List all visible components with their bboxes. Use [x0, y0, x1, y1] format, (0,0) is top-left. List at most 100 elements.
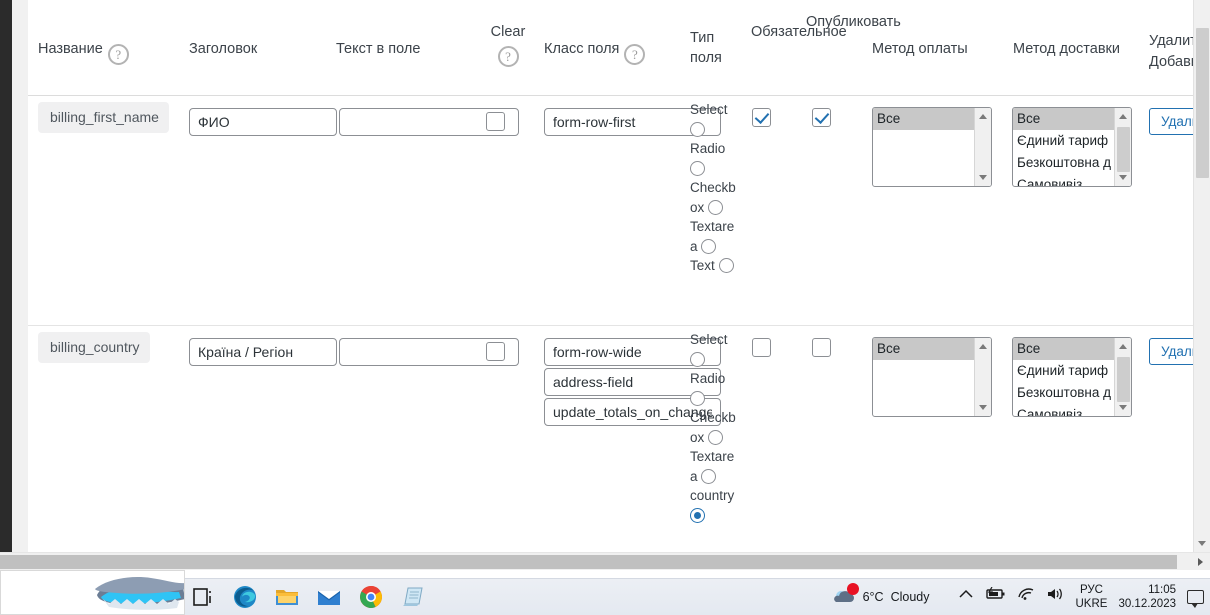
taskbar-thumbnail-preview[interactable] — [0, 570, 185, 615]
field-type-radio-select[interactable] — [690, 351, 705, 367]
field-type-radio-textarea[interactable] — [701, 468, 717, 484]
volume-icon[interactable] — [1046, 587, 1064, 606]
field-type-radio-radio[interactable] — [690, 160, 705, 176]
desktop-left-edge — [0, 0, 12, 566]
shipping-listbox-thumb[interactable] — [1117, 127, 1130, 172]
shipping-listbox-scrollbar[interactable] — [1114, 108, 1131, 186]
field-title-input[interactable] — [189, 108, 337, 136]
field-type-radio-checkbox[interactable] — [708, 429, 724, 445]
payment-method-option[interactable]: Все — [873, 338, 974, 360]
field-type-radio-radio[interactable] — [690, 390, 705, 406]
scroll-down-arrow-icon[interactable] — [1115, 399, 1131, 416]
field-type-option: Textarea — [690, 447, 738, 486]
required-checkbox[interactable] — [752, 108, 771, 127]
column-header-name: Название? — [38, 40, 129, 65]
help-icon[interactable]: ? — [624, 44, 646, 65]
taskbar-pinned-icons — [190, 578, 426, 615]
clear-checkbox[interactable] — [486, 112, 505, 131]
row-delete-cell: Удалить — [1149, 338, 1193, 365]
help-icon[interactable]: ? — [107, 44, 129, 65]
payment-method-listbox[interactable]: Все — [872, 107, 992, 187]
field-type-option-label: Select — [690, 332, 728, 347]
payment-method-option[interactable]: Все — [873, 108, 974, 130]
row-payment-method-cell: Все — [872, 107, 992, 187]
page-vertical-scrollbar[interactable] — [1193, 0, 1210, 552]
help-icon[interactable]: ? — [497, 46, 519, 67]
weather-widget[interactable]: 6°C Cloudy — [832, 582, 930, 607]
field-slug: billing_first_name — [38, 102, 169, 133]
chrome-icon[interactable] — [358, 584, 384, 610]
clock[interactable]: 11:05 30.12.2023 — [1118, 583, 1176, 611]
shipping-method-option[interactable]: Єдиний тариф — [1013, 360, 1114, 382]
field-type-option: Text — [690, 256, 738, 276]
file-explorer-icon[interactable] — [274, 584, 300, 610]
shipping-method-option[interactable]: Безкоштовна д — [1013, 152, 1114, 174]
column-header-title-label: Заголовок — [189, 41, 258, 57]
column-header-clear-label: Clear — [490, 24, 526, 40]
battery-icon[interactable] — [984, 586, 1006, 606]
scroll-up-arrow-icon[interactable] — [975, 338, 991, 355]
shipping-method-option[interactable]: Самовивіз — [1013, 404, 1114, 416]
notepad-icon[interactable] — [400, 584, 426, 610]
shipping-method-options: Все Єдиний тариф Безкоштовна д Самовивіз — [1013, 108, 1114, 186]
scroll-up-arrow-icon[interactable] — [1115, 338, 1131, 355]
shipping-method-option[interactable]: Все — [1013, 338, 1114, 360]
page-horizontal-scrollbar[interactable] — [0, 552, 1210, 570]
field-type-radio-select[interactable] — [690, 121, 705, 137]
screen: Название? Заголовок Текст в поле Clear ?… — [0, 0, 1210, 615]
shipping-method-option[interactable]: Самовивіз — [1013, 174, 1114, 186]
horizontal-scrollbar-thumb[interactable] — [0, 555, 1177, 569]
shipping-method-option[interactable]: Безкоштовна д — [1013, 382, 1114, 404]
show-hidden-icons-button[interactable] — [959, 588, 974, 606]
column-header-name-label: Название — [38, 41, 103, 57]
field-title-input[interactable] — [189, 338, 337, 366]
mail-icon[interactable] — [316, 584, 342, 610]
payment-method-listbox[interactable]: Все — [872, 337, 992, 417]
clock-date: 30.12.2023 — [1118, 597, 1176, 610]
thumbnail-image — [1, 571, 184, 614]
required-checkbox[interactable] — [752, 338, 771, 357]
scroll-up-arrow-icon[interactable] — [1115, 108, 1131, 125]
shipping-listbox-thumb[interactable] — [1117, 357, 1130, 402]
edge-icon[interactable] — [232, 584, 258, 610]
scroll-down-arrow-icon[interactable] — [1194, 535, 1210, 552]
published-checkbox[interactable] — [812, 338, 831, 357]
row-clear-cell — [486, 112, 505, 136]
column-header-payment-method: Метод оплаты — [872, 40, 968, 59]
payment-listbox-scrollbar[interactable] — [974, 338, 991, 416]
shipping-listbox-scrollbar[interactable] — [1114, 338, 1131, 416]
shipping-method-option[interactable]: Все — [1013, 108, 1114, 130]
row-required-cell — [752, 338, 771, 362]
field-type-option-label: Text — [690, 258, 715, 273]
scroll-down-arrow-icon[interactable] — [1115, 169, 1131, 186]
weather-description: Cloudy — [890, 589, 930, 604]
shipping-method-listbox[interactable]: Все Єдиний тариф Безкоштовна д Самовивіз — [1012, 107, 1132, 187]
field-type-radio-group: Select Radio Checkbox Textarea — [690, 100, 738, 276]
field-type-radio-text[interactable] — [718, 258, 734, 273]
scroll-down-arrow-icon[interactable] — [975, 399, 991, 416]
shipping-method-option[interactable]: Єдиний тариф — [1013, 130, 1114, 152]
delete-row-button[interactable]: Удалить — [1149, 108, 1193, 135]
language-indicator[interactable]: РУС UKRE — [1075, 583, 1107, 611]
shipping-method-listbox[interactable]: Все Єдиний тариф Безкоштовна д Самовивіз — [1012, 337, 1132, 417]
wifi-icon[interactable] — [1017, 587, 1035, 606]
scroll-right-arrow-icon[interactable] — [1192, 553, 1208, 571]
field-type-radio-country[interactable] — [690, 507, 705, 523]
field-type-radio-checkbox[interactable] — [708, 199, 724, 215]
clear-checkbox[interactable] — [486, 342, 505, 361]
notification-center-icon[interactable] — [1187, 589, 1204, 608]
field-type-radio-textarea[interactable] — [701, 238, 717, 254]
vertical-scrollbar-thumb[interactable] — [1196, 28, 1209, 178]
payment-listbox-scrollbar[interactable] — [974, 108, 991, 186]
column-header-placeholder: Текст в поле — [336, 40, 420, 59]
scroll-up-arrow-icon[interactable] — [975, 108, 991, 125]
published-checkbox[interactable] — [812, 108, 831, 127]
table-header-row: Название? Заголовок Текст в поле Clear ?… — [28, 0, 1193, 96]
column-header-payment-method-label: Метод оплаты — [872, 41, 968, 57]
delete-row-button[interactable]: Удалить — [1149, 338, 1193, 365]
task-view-icon[interactable] — [190, 584, 216, 610]
scroll-down-arrow-icon[interactable] — [975, 169, 991, 186]
column-header-delete-add-label: Удалить/ Добавить — [1149, 33, 1193, 70]
field-type-option: Radio — [690, 369, 738, 408]
row-title-cell — [189, 108, 337, 136]
